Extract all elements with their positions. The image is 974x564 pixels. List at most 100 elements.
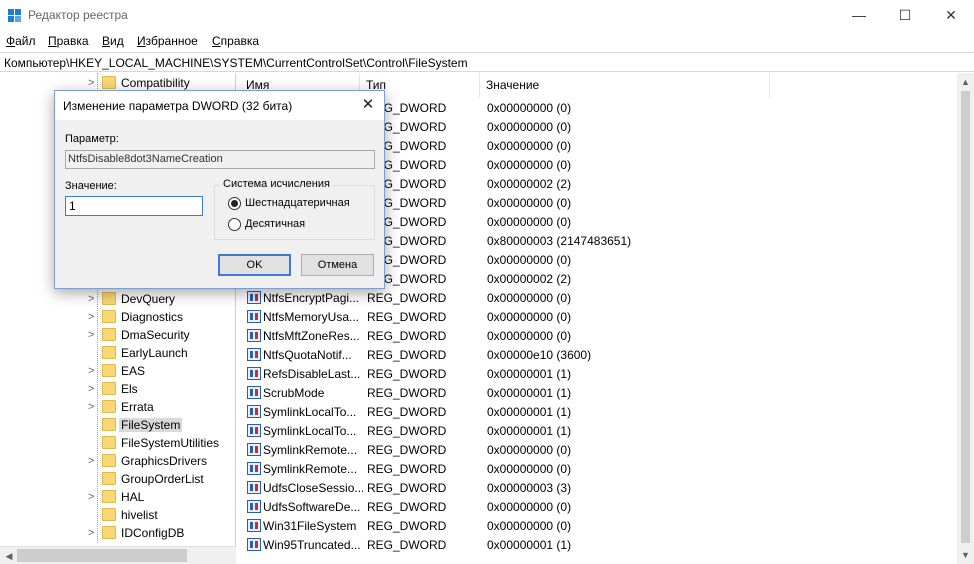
row-value: 0x00000001 (1) [487, 367, 572, 381]
list-row[interactable]: Win95Truncated... REG_DWORD 0x00000001 (1) [240, 535, 957, 554]
chevron-right-icon[interactable]: > [88, 454, 98, 468]
row-type: REG_DWORD [367, 291, 447, 305]
tree-item-label: IDConfigDB [121, 526, 185, 540]
chevron-right-icon[interactable]: > [88, 328, 98, 342]
list-row[interactable]: NtfsMftZoneRes... REG_DWORD 0x00000000 (0) [240, 326, 957, 345]
tree-item[interactable]: > GraphicsDrivers [0, 452, 235, 470]
row-value: 0x00000000 (0) [487, 500, 572, 514]
radio-hexadecimal[interactable] [228, 197, 241, 210]
list-row[interactable]: NtfsQuotaNotif... REG_DWORD 0x00000e10 (36… [240, 345, 957, 364]
scrollbar-thumb[interactable] [961, 91, 970, 543]
tree-item[interactable]: FileSystemUtilities [0, 434, 235, 452]
row-name: SymlinkLocalTo... [263, 424, 357, 438]
scroll-left-arrow-icon[interactable]: ◀ [1, 549, 17, 563]
chevron-right-icon[interactable]: > [88, 310, 98, 324]
chevron-right-icon[interactable]: > [88, 76, 98, 90]
tree-item-selected[interactable]: FileSystem [0, 416, 235, 434]
address-bar[interactable]: Компьютер\HKEY_LOCAL_MACHINE\SYSTEM\Curr… [0, 52, 974, 72]
menu-favorites[interactable]: Избранное [137, 34, 198, 48]
row-value: 0x00000000 (0) [487, 253, 572, 267]
tree-item[interactable]: GroupOrderList [0, 470, 235, 488]
row-value: 0x80000003 (2147483651) [487, 234, 632, 248]
radio-decimal[interactable] [228, 218, 241, 231]
column-header-value[interactable]: Значение [480, 73, 770, 98]
dword-value-icon [247, 500, 261, 513]
folder-icon [102, 346, 116, 359]
tree-item[interactable]: > Errata [0, 398, 235, 416]
list-row[interactable]: Win31FileSystem REG_DWORD 0x00000000 (0) [240, 516, 957, 535]
tree-item[interactable]: EarlyLaunch [0, 344, 235, 362]
list-row[interactable]: SymlinkRemote... REG_DWORD 0x00000000 (0) [240, 440, 957, 459]
cancel-button[interactable]: Отмена [301, 254, 374, 276]
chevron-right-icon[interactable]: > [88, 526, 98, 540]
dword-value-icon [247, 291, 261, 304]
tree-item[interactable]: > IDConfigDB [0, 524, 235, 542]
tree-item[interactable]: > HAL [0, 488, 235, 506]
chevron-right-icon[interactable]: > [88, 364, 98, 378]
maximize-button[interactable]: ☐ [882, 0, 928, 31]
dword-value-icon [247, 424, 261, 437]
list-row[interactable]: SymlinkRemote... REG_DWORD 0x00000000 (0) [240, 459, 957, 478]
row-type: REG_DWORD [367, 310, 447, 324]
row-name: NtfsEncryptPagi... [263, 291, 360, 305]
tree-item-label: hivelist [121, 508, 158, 522]
tree-item[interactable]: > Diagnostics [0, 308, 235, 326]
folder-icon [102, 418, 116, 431]
tree-item-label: Errata [121, 400, 154, 414]
row-name: NtfsQuotaNotif... [263, 348, 352, 362]
dialog-title-bar: Изменение параметра DWORD (32 бита) ✕ [55, 91, 384, 120]
scrollbar-thumb[interactable] [17, 549, 187, 562]
row-name: UdfsCloseSessio... [263, 481, 363, 495]
ok-button[interactable]: OK [218, 254, 291, 276]
list-row[interactable]: SymlinkLocalTo... REG_DWORD 0x00000001 (1) [240, 421, 957, 440]
close-button[interactable]: ✕ [928, 0, 974, 31]
radio-hexadecimal-label[interactable]: Шестнадцатеричная [245, 197, 350, 209]
tree-item[interactable]: > Els [0, 380, 235, 398]
row-value: 0x00000000 (0) [487, 310, 572, 324]
scroll-up-arrow-icon[interactable]: ▲ [959, 74, 972, 90]
tree-item-label: DevQuery [121, 292, 176, 306]
list-row[interactable]: NtfsEncryptPagi... REG_DWORD 0x00000000 (0… [240, 288, 957, 307]
scroll-down-arrow-icon[interactable]: ▼ [959, 547, 972, 563]
list-vertical-scrollbar[interactable]: ▲ ▼ [957, 73, 974, 564]
dword-value-icon [247, 519, 261, 532]
chevron-right-icon[interactable]: > [88, 400, 98, 414]
value-input[interactable]: 1 [65, 196, 203, 216]
tree-horizontal-scrollbar[interactable]: ◀ [0, 546, 236, 564]
tree-item[interactable]: > EAS [0, 362, 235, 380]
row-value: 0x00000000 (0) [487, 120, 572, 134]
chevron-right-icon[interactable]: > [88, 490, 98, 504]
row-type: REG_DWORD [367, 519, 447, 533]
row-value: 0x00000001 (1) [487, 405, 572, 419]
menu-file[interactable]: Файл [6, 34, 36, 48]
folder-icon [102, 454, 116, 467]
tree-item-label: FileSystemUtilities [121, 436, 220, 450]
tree-item[interactable]: hivelist [0, 506, 235, 524]
dialog-close-icon[interactable]: ✕ [358, 95, 378, 115]
tree-item[interactable]: > DmaSecurity [0, 326, 235, 344]
row-name: NtfsMemoryUsa... [263, 310, 360, 324]
radio-decimal-label[interactable]: Десятичная [245, 218, 305, 230]
chevron-right-icon[interactable]: > [88, 292, 98, 306]
list-row[interactable]: UdfsSoftwareDe... REG_DWORD 0x00000000 (0) [240, 497, 957, 516]
tree-item-label: Diagnostics [121, 310, 184, 324]
row-value: 0x00000000 (0) [487, 519, 572, 533]
tree-item-label: Els [121, 382, 138, 396]
row-value: 0x00000002 (2) [487, 177, 572, 191]
dword-value-icon [247, 386, 261, 399]
menu-help[interactable]: Справка [212, 34, 259, 48]
minimize-button[interactable]: — [836, 0, 882, 31]
address-path: Компьютер\HKEY_LOCAL_MACHINE\SYSTEM\Curr… [4, 56, 468, 70]
row-name: ScrubMode [263, 386, 325, 400]
list-row[interactable]: RefsDisableLast... REG_DWORD 0x00000001 (1… [240, 364, 957, 383]
chevron-right-icon[interactable]: > [88, 382, 98, 396]
list-row[interactable]: NtfsMemoryUsa... REG_DWORD 0x00000000 (0) [240, 307, 957, 326]
menu-view[interactable]: Вид [102, 34, 124, 48]
value-label: Значение: [65, 180, 117, 192]
list-row[interactable]: UdfsCloseSessio... REG_DWORD 0x00000003 (3… [240, 478, 957, 497]
menu-edit[interactable]: Правка [48, 34, 89, 48]
tree-item[interactable]: > DevQuery [0, 290, 235, 308]
list-row[interactable]: ScrubMode REG_DWORD 0x00000001 (1) [240, 383, 957, 402]
list-row[interactable]: SymlinkLocalTo... REG_DWORD 0x00000001 (1) [240, 402, 957, 421]
row-type: REG_DWORD [367, 538, 447, 552]
